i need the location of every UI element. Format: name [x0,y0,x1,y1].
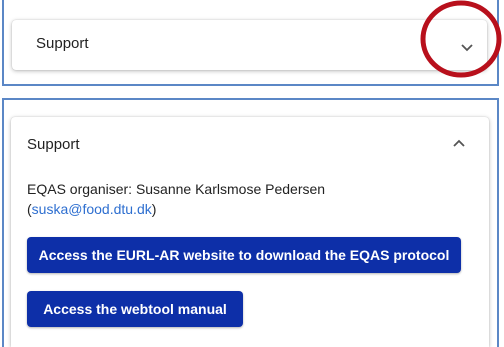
chevron-up-icon[interactable] [452,137,466,149]
paren-close: ) [151,201,157,217]
organiser-info: EQAS organiser: Susanne Karlsmose Peders… [27,179,325,219]
webtool-manual-button[interactable]: Access the webtool manual [27,291,243,327]
support-accordion-expanded: Support EQAS organiser: Susanne Karlsmos… [11,117,489,347]
support-accordion-collapsed[interactable]: Support [12,20,487,70]
organiser-name: EQAS organiser: Susanne Karlsmose Peders… [27,181,326,197]
organiser-email-link[interactable]: suska@food.dtu.dk [32,201,152,217]
eurl-ar-protocol-button[interactable]: Access the EURL-AR website to download t… [27,237,461,273]
accordion-title: Support [36,35,89,52]
organiser-contact: (suska@food.dtu.dk) [27,199,325,219]
accordion-title: Support [27,136,80,153]
chevron-down-icon[interactable] [459,40,475,54]
